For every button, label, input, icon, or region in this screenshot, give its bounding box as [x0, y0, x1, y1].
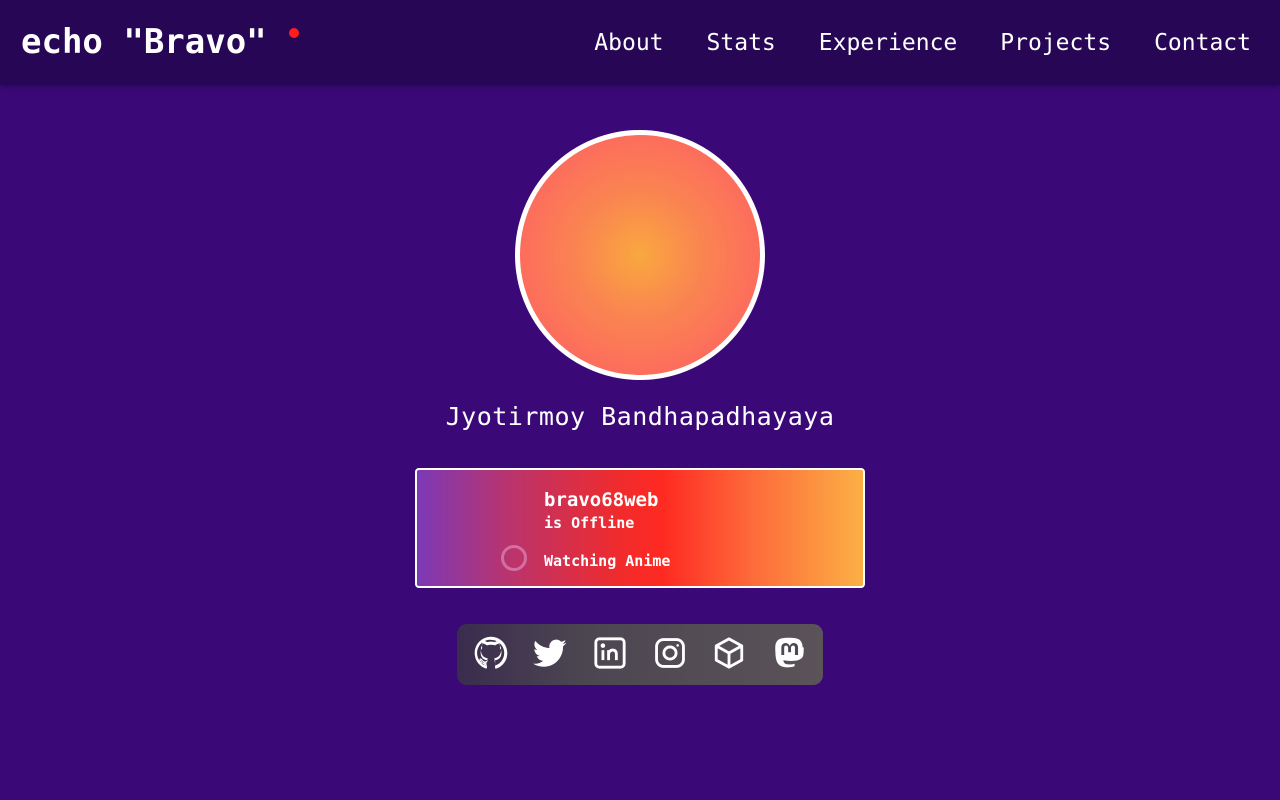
twitter-link[interactable] — [530, 635, 570, 675]
instagram-link[interactable] — [650, 635, 690, 675]
nav-stats[interactable]: Stats — [707, 28, 776, 58]
cube-icon — [712, 636, 746, 674]
nav-experience[interactable]: Experience — [819, 28, 957, 58]
nav-contact[interactable]: Contact — [1154, 28, 1251, 58]
cube-link[interactable] — [709, 635, 749, 675]
profile-avatar — [515, 130, 765, 380]
discord-presence: is Offline — [544, 514, 635, 532]
twitter-icon — [533, 636, 567, 674]
main-nav: About Stats Experience Projects Contact — [594, 28, 1251, 58]
navbar: echo "Bravo" About Stats Experience Proj… — [0, 0, 1280, 85]
social-links — [457, 624, 823, 685]
github-icon — [474, 636, 508, 674]
mastodon-link[interactable] — [769, 635, 809, 675]
status-dot — [289, 28, 299, 38]
linkedin-link[interactable] — [590, 635, 630, 675]
profile-name: Jyotirmoy Bandhapadhayaya — [445, 402, 835, 431]
linkedin-icon — [593, 636, 627, 674]
activity-icon — [501, 545, 527, 571]
discord-activity: Watching Anime — [544, 552, 671, 570]
instagram-icon — [653, 636, 687, 674]
nav-projects[interactable]: Projects — [1000, 28, 1111, 58]
github-link[interactable] — [471, 635, 511, 675]
site-logo[interactable]: echo "Bravo" — [21, 22, 267, 62]
discord-status-card: bravo68web is Offline Watching Anime — [415, 468, 865, 588]
discord-username: bravo68web — [544, 489, 659, 511]
nav-about[interactable]: About — [594, 28, 663, 58]
mastodon-icon — [772, 636, 806, 674]
